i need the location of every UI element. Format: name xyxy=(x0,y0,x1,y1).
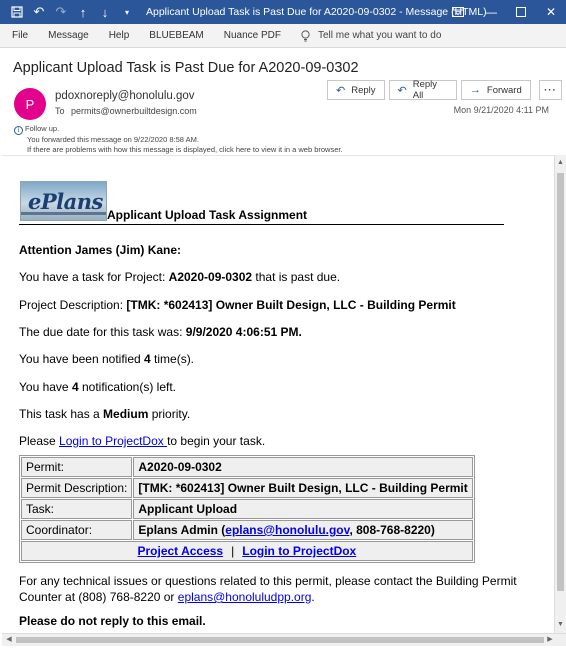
window-title: Applicant Upload Task is Past Due for A2… xyxy=(146,6,487,18)
tell-me-box[interactable]: Tell me what you want to do xyxy=(291,29,442,42)
to-label: To xyxy=(55,106,65,116)
email-content: ePlans Applicant Upload Task Assignment … xyxy=(19,181,539,628)
message-body-pane: ePlans Applicant Upload Task Assignment … xyxy=(2,155,554,633)
quick-access-toolbar: ↶ ↷ ↑ ↓ ▾ xyxy=(0,0,140,24)
forward-button[interactable]: → Forward xyxy=(460,80,531,100)
permit-description-value: [TMK: *602413] Owner Built Design, LLC -… xyxy=(133,478,473,498)
logo-text: ePlans xyxy=(28,189,103,214)
undo-icon[interactable]: ↶ xyxy=(30,3,48,21)
tell-me-text: Tell me what you want to do xyxy=(318,30,442,41)
coordinator-email-link[interactable]: eplans@honolulu.gov xyxy=(225,523,349,537)
lightbulb-icon xyxy=(301,29,310,41)
support-text: For any technical issues or questions re… xyxy=(19,573,517,605)
table-row: Task: Applicant Upload xyxy=(21,499,473,519)
reply-button[interactable]: ↶ Reply xyxy=(327,80,385,100)
reply-all-icon: ↶ xyxy=(397,84,407,97)
scroll-left-icon[interactable]: ◀ xyxy=(3,634,15,646)
coordinator-value: Eplans Admin (eplans@honolulu.gov, 808-7… xyxy=(133,520,473,540)
table-row: Permit: A2020-09-0302 xyxy=(21,457,473,477)
horizontal-scroll-thumb[interactable] xyxy=(16,637,544,643)
customize-toolbar-icon[interactable]: ▾ xyxy=(118,3,136,21)
maximize-icon[interactable] xyxy=(506,0,536,24)
login-line: Please Login to ProjectDox to begin your… xyxy=(19,434,266,448)
scroll-up-icon[interactable]: ▲ xyxy=(555,157,566,169)
forward-label: Forward xyxy=(486,84,522,96)
scroll-right-icon[interactable]: ▶ xyxy=(544,634,556,646)
priority-line: This task has a Medium priority. xyxy=(19,407,191,421)
login-projectdox-table-link[interactable]: Login to ProjectDox xyxy=(242,544,356,558)
task-value: Applicant Upload xyxy=(133,499,473,519)
support-line-1: For any technical issues or questions re… xyxy=(19,574,517,588)
reply-all-button[interactable]: ↶ Reply All xyxy=(388,79,457,101)
table-links: Project Access | Login to ProjectDox xyxy=(21,541,473,561)
vertical-scrollbar[interactable]: ▲ ▼ xyxy=(554,155,566,633)
table-row: Project Access | Login to ProjectDox xyxy=(21,541,473,561)
permit-description-label: Permit Description: xyxy=(21,478,133,498)
avatar[interactable]: P xyxy=(14,88,46,120)
tab-file[interactable]: File xyxy=(0,24,38,48)
down-arrow-icon[interactable]: ↓ xyxy=(96,3,114,21)
minimize-icon[interactable]: — xyxy=(476,0,506,24)
project-description: [TMK: *602413] Owner Built Design, LLC -… xyxy=(126,298,456,312)
description-line: Project Description: [TMK: *602413] Owne… xyxy=(19,298,456,312)
project-number: A2020-09-0302 xyxy=(168,270,253,284)
notified-count: 4 xyxy=(144,352,151,366)
email-banner: ePlans Applicant Upload Task Assignment xyxy=(19,181,504,225)
reply-icon: ↶ xyxy=(336,84,346,97)
permit-table: Permit: A2020-09-0302 Permit Description… xyxy=(19,455,475,563)
permit-label: Permit: xyxy=(21,457,133,477)
tab-bluebeam[interactable]: BLUEBEAM xyxy=(139,24,213,48)
title-bar: ↶ ↷ ↑ ↓ ▾ Applicant Upload Task is Past … xyxy=(0,0,566,24)
info-icon: i xyxy=(14,126,23,135)
recipient-address[interactable]: permits@ownerbuiltdesign.com xyxy=(71,106,197,116)
reply-all-label: Reply All xyxy=(412,79,438,101)
follow-up-text: Follow up. xyxy=(25,124,60,133)
notifications-left-line: You have 4 notification(s) left. xyxy=(19,380,177,394)
info-bar[interactable]: i Follow up. You forwarded this message o… xyxy=(14,124,343,154)
table-row: Permit Description: [TMK: *602413] Owner… xyxy=(21,478,473,498)
coordinator-label: Coordinator: xyxy=(21,520,133,540)
message-date: Mon 9/21/2020 4:11 PM xyxy=(453,105,549,115)
login-projectdox-link[interactable]: Login to ProjectDox xyxy=(59,434,167,448)
notified-line: You have been notified 4 time(s). xyxy=(19,352,195,366)
attention-line: Attention James (Jim) Kane: xyxy=(19,243,182,257)
permit-value: A2020-09-0302 xyxy=(133,457,473,477)
task-line: You have a task for Project: A2020-09-03… xyxy=(19,270,341,284)
redo-icon[interactable]: ↷ xyxy=(52,3,70,21)
close-icon[interactable]: ✕ xyxy=(536,0,566,24)
horizontal-scrollbar[interactable]: ◀ ▶ xyxy=(2,633,566,646)
due-date-line: The due date for this task was: 9/9/2020… xyxy=(19,325,302,339)
recipient-line: To permits@ownerbuiltdesign.com xyxy=(55,106,197,116)
reply-label: Reply xyxy=(351,84,376,96)
no-reply-notice: Please do not reply to this email. xyxy=(19,614,206,628)
link-separator: | xyxy=(231,544,235,558)
task-label: Task: xyxy=(21,499,133,519)
up-arrow-icon[interactable]: ↑ xyxy=(74,3,92,21)
tab-message[interactable]: Message xyxy=(38,24,99,48)
support-line-2: Counter at (808) 768-8220 or eplans@hono… xyxy=(19,590,315,604)
eplans-logo: ePlans xyxy=(20,181,107,221)
tab-help[interactable]: Help xyxy=(99,24,140,48)
forwarded-text: You forwarded this message on 9/22/2020 … xyxy=(27,135,199,144)
support-email-link[interactable]: eplans@honoluludpp.org xyxy=(178,590,312,604)
forward-icon: → xyxy=(469,84,481,96)
priority-value: Medium xyxy=(103,407,149,421)
scroll-down-icon[interactable]: ▼ xyxy=(555,619,566,631)
tab-nuance-pdf[interactable]: Nuance PDF xyxy=(214,24,291,48)
window-controls: — ✕ xyxy=(440,0,566,24)
due-date: 9/9/2020 4:06:51 PM. xyxy=(185,325,302,339)
ribbon-display-options-icon[interactable] xyxy=(440,0,476,24)
ribbon-tabs: File Message Help BLUEBEAM Nuance PDF Te… xyxy=(0,24,566,48)
table-row: Coordinator: Eplans Admin (eplans@honolu… xyxy=(21,520,473,540)
project-access-link[interactable]: Project Access xyxy=(138,544,224,558)
vertical-scroll-thumb[interactable] xyxy=(557,173,564,591)
notifications-left-count: 4 xyxy=(71,380,79,394)
sender-address[interactable]: pdoxnoreply@honolulu.gov xyxy=(55,90,195,102)
save-icon[interactable] xyxy=(8,3,26,21)
message-subject: Applicant Upload Task is Past Due for A2… xyxy=(13,60,359,76)
view-in-browser-text[interactable]: If there are problems with how this mess… xyxy=(14,145,343,155)
banner-title: Applicant Upload Task Assignment xyxy=(107,208,308,222)
message-actions: ↶ Reply ↶ Reply All → Forward ··· xyxy=(327,79,566,101)
more-actions-button[interactable]: ··· xyxy=(538,80,562,100)
